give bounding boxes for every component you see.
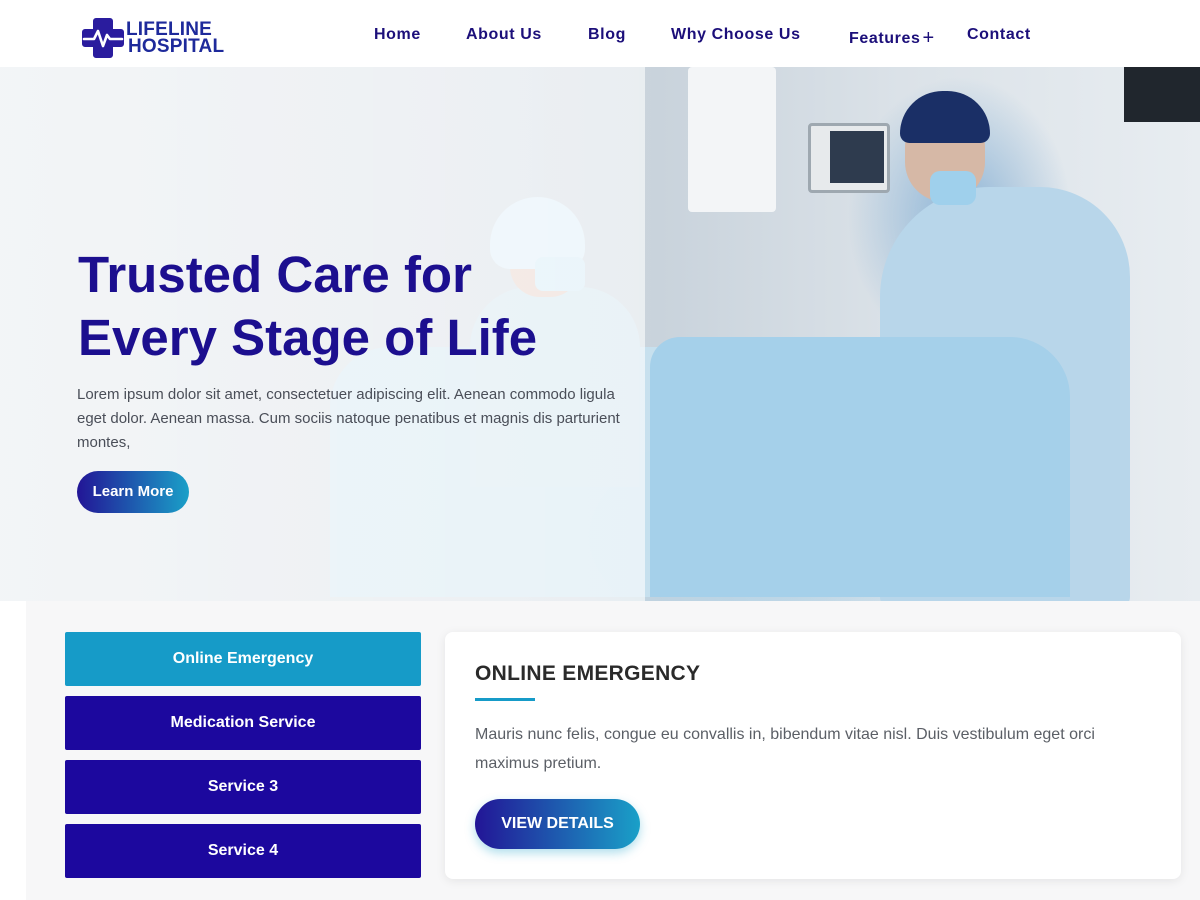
hero-image-wall-panel [688, 67, 776, 212]
plus-icon: + [922, 27, 935, 49]
learn-more-button[interactable]: Learn More [77, 471, 189, 513]
hero-description: Lorem ipsum dolor sit amet, consectetuer… [77, 386, 620, 451]
logo-text: LIFELINE HOSPITAL [126, 20, 225, 57]
hero-title-line1: Trusted Care for [78, 246, 472, 303]
hero-title-line2: Every Stage of Life [78, 309, 538, 366]
nav-features[interactable]: Features + [849, 26, 935, 49]
hero-image-drape [650, 337, 1070, 597]
nav-features-label: Features [849, 30, 921, 47]
service-detail-title: ONLINE EMERGENCY [475, 662, 701, 685]
service-tab-online-emergency[interactable]: Online Emergency [65, 632, 421, 686]
service-detail-description: Mauris nunc felis, congue eu convallis i… [475, 726, 1095, 772]
service-title-underline [475, 698, 535, 701]
nav-blog[interactable]: Blog [588, 26, 626, 44]
nav-about-us[interactable]: About Us [466, 26, 542, 44]
logo-line2: HOSPITAL [128, 36, 225, 57]
service-tab-service-4[interactable]: Service 4 [65, 824, 421, 878]
hero-title: Trusted Care for Every Stage of Life [78, 243, 638, 369]
hero-image-surgeon-mask [930, 171, 976, 205]
nav-contact[interactable]: Contact [967, 26, 1031, 44]
service-tab-medication-service[interactable]: Medication Service [65, 696, 421, 750]
nav-why-choose-us[interactable]: Why Choose Us [671, 26, 801, 44]
hero-image-surgeon-cap [900, 91, 990, 143]
view-details-button[interactable]: VIEW DETAILS [475, 799, 640, 849]
logo[interactable]: LIFELINE HOSPITAL [80, 14, 240, 62]
hero-section: Trusted Care for Every Stage of Life Lor… [0, 67, 1200, 601]
service-detail-card: ONLINE EMERGENCY Mauris nunc felis, cong… [445, 632, 1181, 879]
service-tab-service-3[interactable]: Service 3 [65, 760, 421, 814]
site-header: LIFELINE HOSPITAL Home About Us Blog Why… [0, 0, 1200, 67]
nav-home[interactable]: Home [374, 26, 421, 44]
hero-image-monitor-screen [830, 131, 884, 183]
medical-cross-heartbeat-icon [80, 14, 126, 62]
hero-image-tv [1124, 67, 1200, 122]
